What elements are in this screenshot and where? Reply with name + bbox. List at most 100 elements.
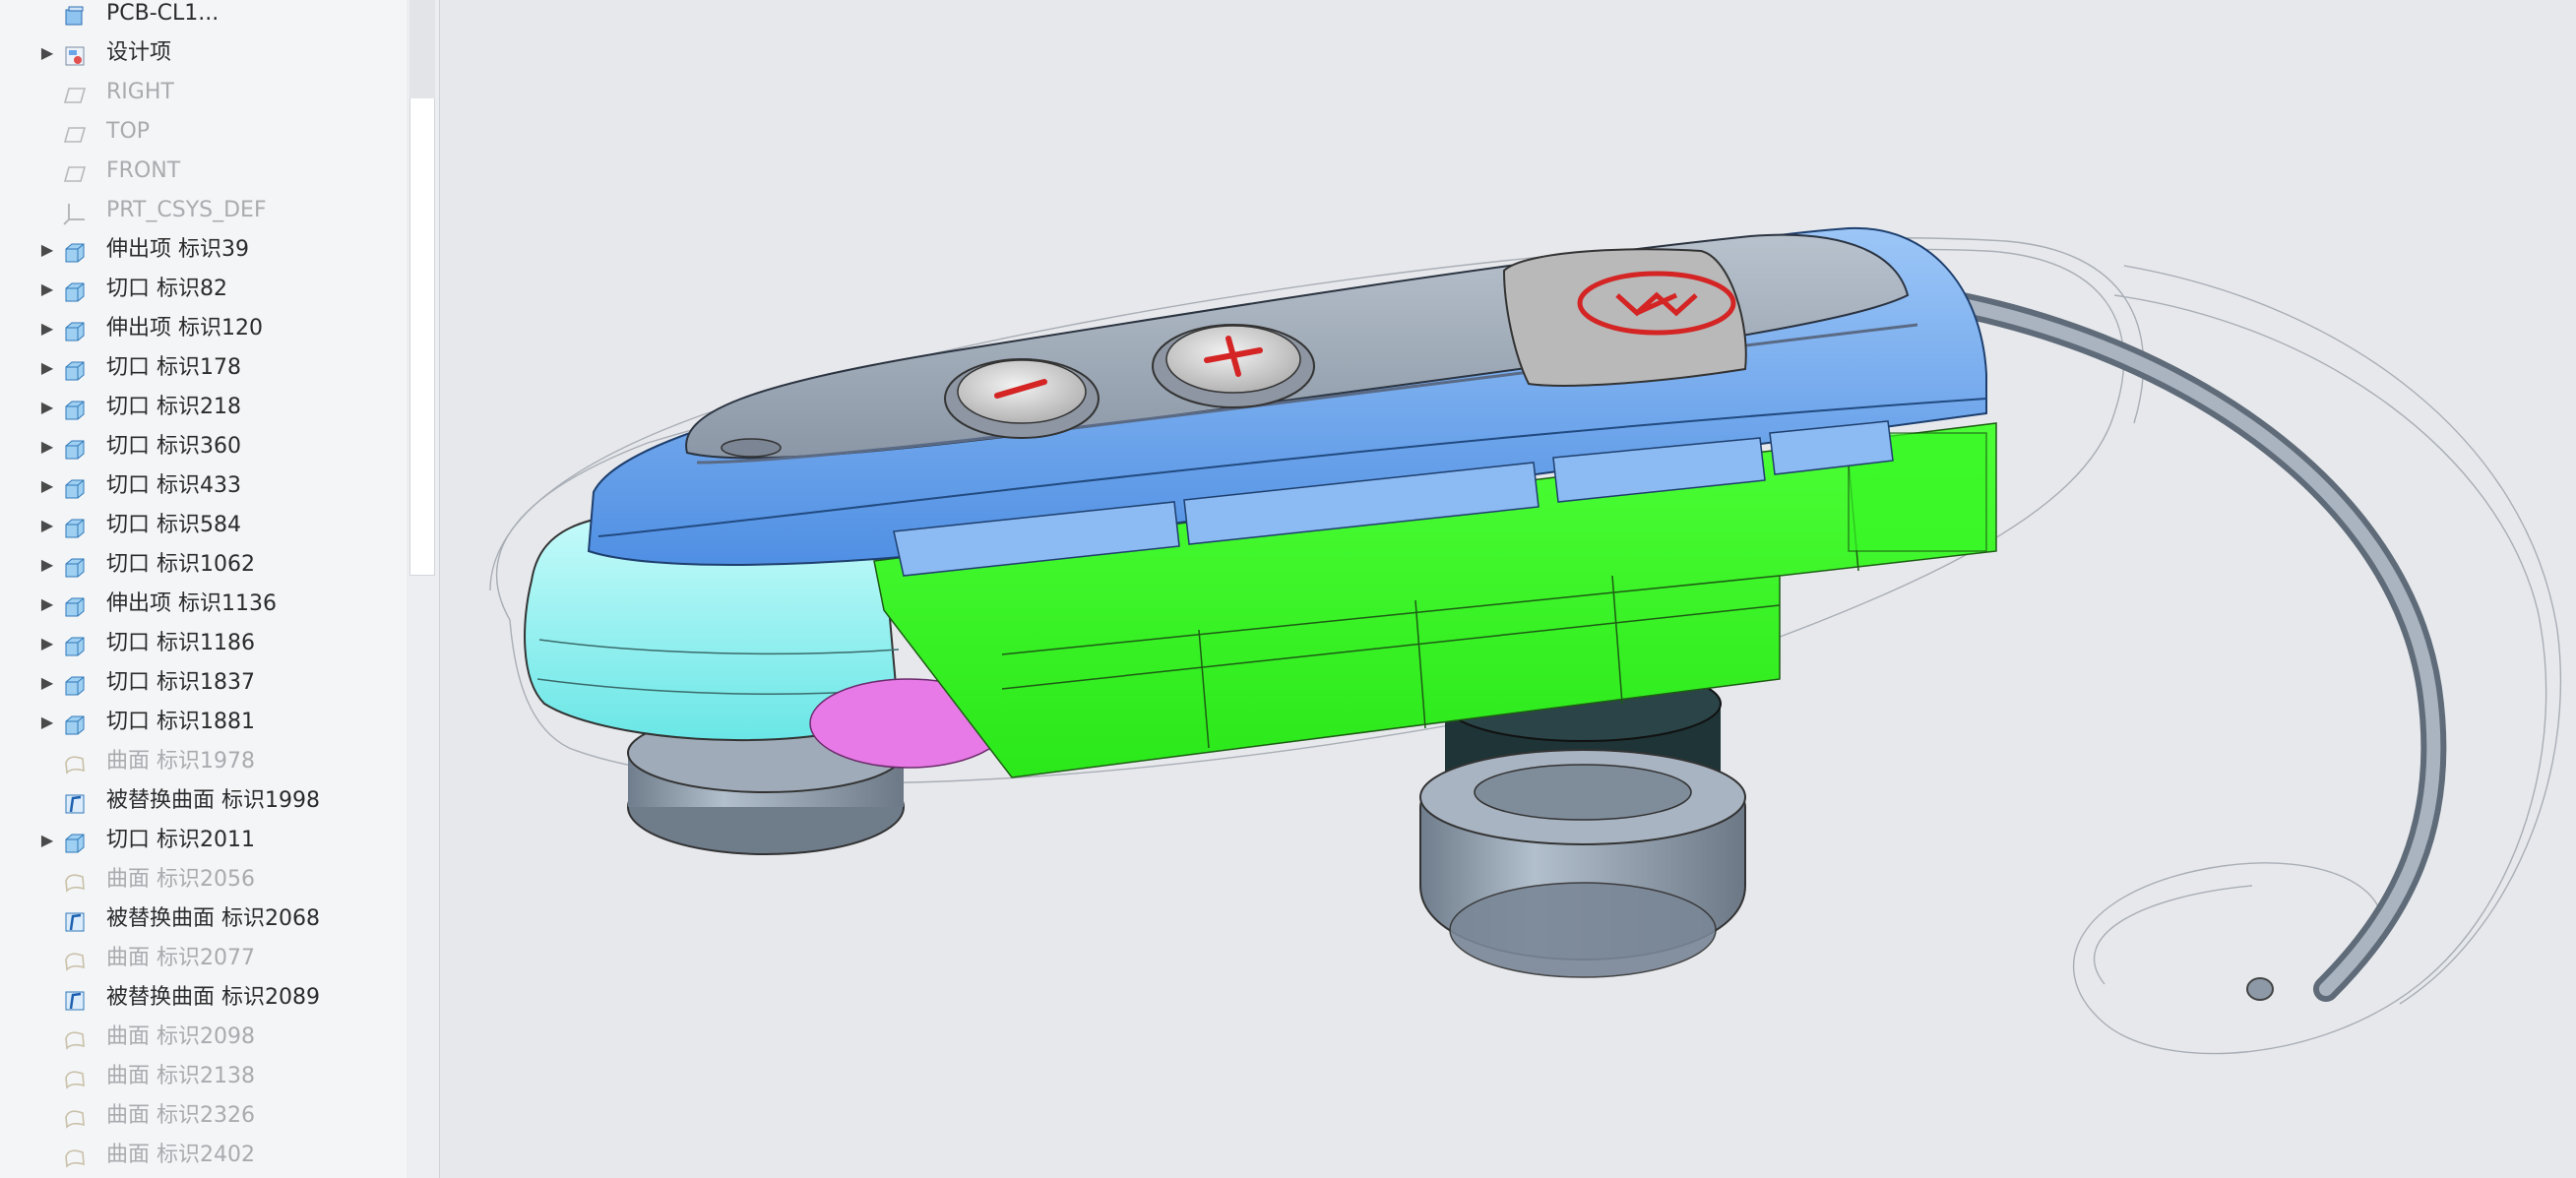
feature-solid-icon	[63, 672, 87, 696]
tree-item-f1998[interactable]: 被替换曲面 标识1998	[0, 781, 407, 821]
tree-item-f218[interactable]: ▶ 切口 标识218	[0, 388, 407, 427]
expand-arrow-icon[interactable]: ▶	[37, 230, 57, 270]
model-tree-scrollbar[interactable]	[407, 0, 440, 1178]
expand-arrow-icon[interactable]: ▶	[37, 309, 57, 348]
tree-item-f2056[interactable]: 曲面 标识2056	[0, 860, 407, 899]
scrollbar-track-upper[interactable]	[409, 0, 435, 98]
tree-item-f2077[interactable]: 曲面 标识2077	[0, 939, 407, 978]
tree-item-f2098[interactable]: 曲面 标识2098	[0, 1018, 407, 1057]
surface-icon	[63, 869, 87, 893]
expand-arrow-icon[interactable]: ▶	[37, 703, 57, 742]
tree-item-label: PRT_CSYS_DEF	[106, 198, 267, 222]
tree-item-f2138[interactable]: 曲面 标识2138	[0, 1057, 407, 1096]
expand-arrow-icon[interactable]: ▶	[37, 427, 57, 466]
tree-item-f2089[interactable]: 被替换曲面 标识2089	[0, 978, 407, 1018]
feature-solid-icon	[63, 515, 87, 538]
volume-down-button	[944, 358, 1100, 439]
feature-solid-icon	[63, 554, 87, 578]
tree-item-label: 曲面 标识2098	[106, 1024, 255, 1049]
tree-item-label: 伸出项 标识39	[106, 237, 249, 262]
datum-plane-icon	[63, 121, 87, 145]
expand-arrow-icon[interactable]: ▶	[37, 348, 57, 388]
feature-solid-icon	[63, 436, 87, 460]
tree-item-label: 伸出项 标识1136	[106, 591, 277, 616]
tree-item-f2402[interactable]: 曲面 标识2402	[0, 1136, 407, 1175]
tree-item-csys[interactable]: PRT_CSYS_DEF	[0, 191, 407, 230]
tree-item-root[interactable]: PCB-CL1...	[0, 0, 407, 33]
tree-item-f1881[interactable]: ▶ 切口 标识1881	[0, 703, 407, 742]
graphics-viewport[interactable]	[451, 0, 2576, 1178]
expand-arrow-icon[interactable]: ▶	[37, 270, 57, 309]
tree-item-f2011[interactable]: ▶ 切口 标识2011	[0, 821, 407, 860]
design-items-icon	[63, 42, 87, 66]
tree-item-label: 曲面 标识2077	[106, 946, 255, 970]
surface-icon	[63, 1105, 87, 1129]
tree-item-label: 被替换曲面 标识2089	[106, 985, 320, 1010]
feature-solid-icon	[63, 712, 87, 735]
headset-model[interactable]	[451, 0, 2576, 1178]
tree-item-f584[interactable]: ▶ 切口 标识584	[0, 506, 407, 545]
coordinate-system-icon	[63, 200, 87, 225]
expand-arrow-icon[interactable]: ▶	[37, 624, 57, 663]
tree-item-f360[interactable]: ▶ 切口 标识360	[0, 427, 407, 466]
tree-item-f1062[interactable]: ▶ 切口 标识1062	[0, 545, 407, 585]
volume-up-button	[1152, 324, 1315, 408]
replaced-surface-icon	[63, 908, 87, 932]
model-tree-panel: PCB-CL1... ▶ 设计项 RIGHT TOP FRONT PRT_CSYS_DEF ▶…	[0, 0, 408, 1178]
tree-item-label: 切口 标识2011	[106, 828, 255, 852]
surface-icon	[63, 751, 87, 775]
tree-item-f433[interactable]: ▶ 切口 标识433	[0, 466, 407, 506]
tree-item-right[interactable]: RIGHT	[0, 73, 407, 112]
tree-item-f1136[interactable]: ▶ 伸出项 标识1136	[0, 585, 407, 624]
tree-item-label: 被替换曲面 标识2068	[106, 906, 320, 931]
feature-solid-icon	[63, 318, 87, 341]
tree-item-f120[interactable]: ▶ 伸出项 标识120	[0, 309, 407, 348]
feature-solid-icon	[63, 593, 87, 617]
tree-item-f2068[interactable]: 被替换曲面 标识2068	[0, 899, 407, 939]
tree-item-label: 切口 标识360	[106, 434, 241, 459]
expand-arrow-icon[interactable]: ▶	[37, 506, 57, 545]
tree-item-front[interactable]: FRONT	[0, 152, 407, 191]
tree-item-label: 设计项	[106, 40, 172, 65]
tree-item-f1837[interactable]: ▶ 切口 标识1837	[0, 663, 407, 703]
tree-item-label: 切口 标识218	[106, 395, 241, 419]
tree-item-label: 切口 标识1062	[106, 552, 255, 577]
feature-solid-icon	[63, 239, 87, 263]
tree-item-label: RIGHT	[106, 80, 174, 104]
tree-item-label: 切口 标识584	[106, 513, 241, 537]
feature-solid-icon	[63, 279, 87, 302]
tree-item-label: 曲面 标识2056	[106, 867, 255, 892]
tree-item-f178[interactable]: ▶ 切口 标识178	[0, 348, 407, 388]
tree-item-label: 被替换曲面 标识1998	[106, 788, 320, 813]
surface-icon	[63, 1145, 87, 1168]
tree-item-f82[interactable]: ▶ 切口 标识82	[0, 270, 407, 309]
model-tree-list: PCB-CL1... ▶ 设计项 RIGHT TOP FRONT PRT_CSYS_DEF ▶…	[0, 0, 407, 1178]
datum-plane-icon	[63, 82, 87, 105]
replaced-surface-icon	[63, 987, 87, 1011]
tree-item-label: 伸出项 标识120	[106, 316, 263, 341]
tree-item-label: 曲面 标识2402	[106, 1143, 255, 1167]
expand-arrow-icon[interactable]: ▶	[37, 33, 57, 73]
tree-item-label: FRONT	[106, 158, 181, 183]
feature-solid-icon	[63, 357, 87, 381]
tree-item-label: 切口 标识178	[106, 355, 241, 380]
tree-item-f39[interactable]: ▶ 伸出项 标识39	[0, 230, 407, 270]
tree-item-f2326[interactable]: 曲面 标识2326	[0, 1096, 407, 1136]
tree-item-label: 切口 标识433	[106, 473, 241, 498]
tree-item-label: PCB-CL1...	[106, 1, 220, 26]
tree-item-f1978[interactable]: 曲面 标识1978	[0, 742, 407, 781]
feature-solid-icon	[63, 633, 87, 656]
expand-arrow-icon[interactable]: ▶	[37, 466, 57, 506]
tree-item-top[interactable]: TOP	[0, 112, 407, 152]
expand-arrow-icon[interactable]: ▶	[37, 585, 57, 624]
surface-icon	[63, 1026, 87, 1050]
expand-arrow-icon[interactable]: ▶	[37, 821, 57, 860]
tree-item-f1186[interactable]: ▶ 切口 标识1186	[0, 624, 407, 663]
tree-item-label: 切口 标识1186	[106, 631, 255, 655]
replaced-surface-icon	[63, 790, 87, 814]
tree-item-design-items[interactable]: ▶ 设计项	[0, 33, 407, 73]
expand-arrow-icon[interactable]: ▶	[37, 545, 57, 585]
expand-arrow-icon[interactable]: ▶	[37, 663, 57, 703]
expand-arrow-icon[interactable]: ▶	[37, 388, 57, 427]
feature-solid-icon	[63, 830, 87, 853]
